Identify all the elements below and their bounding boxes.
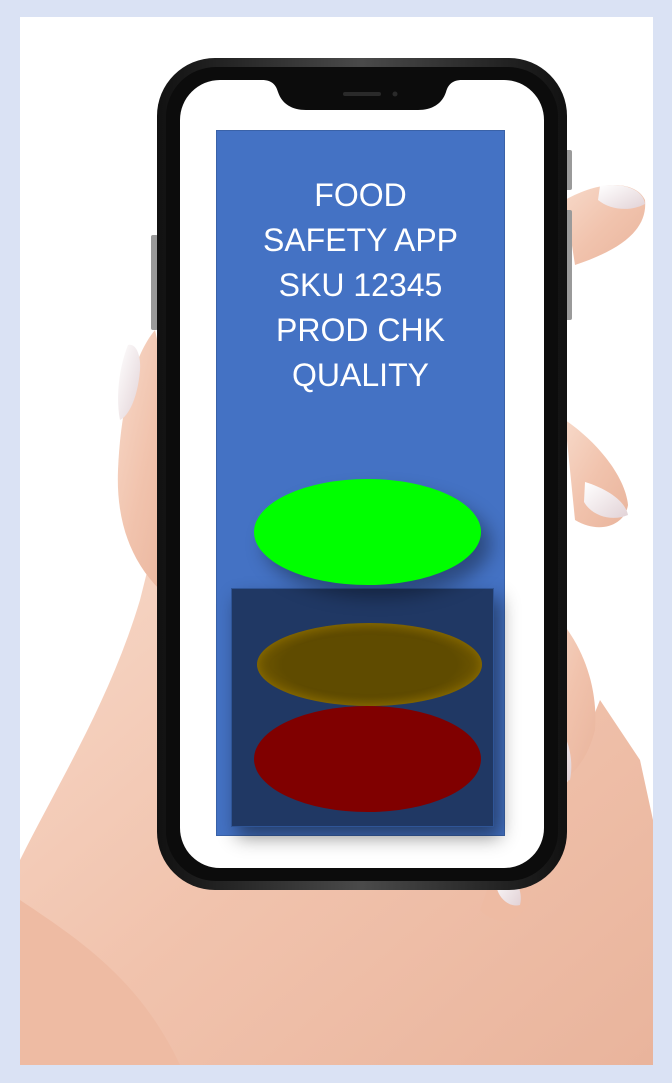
speaker-grille <box>343 92 381 96</box>
green-status-light[interactable] <box>254 479 481 585</box>
title-line-sku: SKU 12345 <box>278 267 443 303</box>
title-line-safety-app: SAFETY APP <box>262 222 459 258</box>
front-camera <box>392 91 398 97</box>
volume-button-up <box>151 235 158 330</box>
title-line-food: FOOD <box>314 177 407 213</box>
amber-status-light[interactable] <box>257 623 482 706</box>
title-line-quality: QUALITY <box>292 357 429 393</box>
app-screen: FOOD SAFETY APP SKU 12345 PROD CHK QUALI… <box>216 130 505 836</box>
app-title: FOOD SAFETY APP SKU 12345 PROD CHK QUALI… <box>217 173 504 398</box>
red-status-light[interactable] <box>254 706 481 812</box>
title-line-prod-chk: PROD CHK <box>276 312 445 348</box>
